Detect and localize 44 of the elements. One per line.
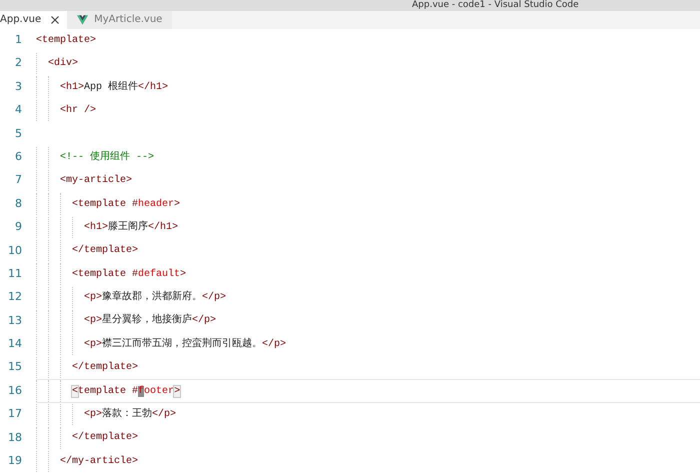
line-number: 3	[14, 78, 23, 95]
code-line: </template>	[72, 360, 138, 376]
line-number: 8	[14, 196, 23, 212]
line-number: 4	[14, 102, 23, 118]
line-number: 1	[14, 32, 23, 48]
line-number: 12	[7, 289, 23, 306]
line-number: 9	[14, 219, 23, 236]
editor-tab[interactable]: MyArticle.vue	[67, 11, 172, 29]
line-number: 5	[14, 126, 23, 142]
code-line: <p>豫章故郡，洪都新府。</p>	[84, 290, 226, 306]
line-number: 11	[7, 266, 23, 282]
vue-logo-icon	[77, 14, 88, 25]
line-number: 14	[7, 336, 23, 352]
line-number: 13	[7, 312, 23, 329]
code-line: <p>襟三江而带五湖，控蛮荆而引瓯越。</p>	[84, 336, 286, 352]
line-number: 19	[7, 453, 23, 470]
code-line: <h1>App 根组件</h1>	[60, 80, 168, 95]
tab-label: MyArticle.vue	[94, 13, 162, 28]
line-number: 15	[7, 359, 23, 376]
code-line: </my-article>	[60, 454, 138, 469]
code-line: <p>星分翼轸，地接衡庐</p>	[84, 313, 216, 328]
code-line: <template #default>	[72, 268, 186, 282]
line-number: 16	[7, 382, 23, 399]
line-number: 18	[7, 430, 23, 446]
code-line: <p>落款：王勃</p>	[84, 407, 176, 422]
code-line: <template #header>	[72, 198, 180, 212]
line-number: 6	[14, 148, 23, 165]
code-line: <hr />	[60, 104, 96, 118]
code-line: <div>	[48, 56, 78, 72]
editor-tab[interactable]: App.vue	[0, 11, 68, 29]
code-line: <template>	[36, 34, 96, 48]
line-number: 17	[7, 406, 23, 422]
code-line: </template>	[72, 430, 138, 446]
code-line: <!-- 使用组件 -->	[60, 150, 154, 165]
window-title: App.vue - code1 - Visual Studio Code	[412, 0, 579, 11]
code-line: <template #footer>	[72, 384, 180, 399]
line-number: 10	[7, 242, 23, 259]
code-line: <my-article>	[60, 174, 132, 188]
code-line: <h1>滕王阁序</h1>	[84, 220, 178, 235]
close-icon[interactable]	[51, 16, 60, 24]
tab-label: App.vue	[0, 13, 42, 28]
line-number: 7	[14, 172, 23, 188]
code-line: </template>	[72, 244, 138, 258]
line-number: 2	[14, 55, 23, 72]
